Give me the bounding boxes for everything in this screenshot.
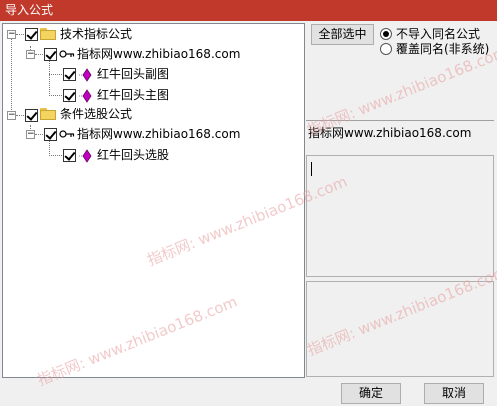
formula-tree[interactable]: − 技术指标公式 − 指标网www.zhibiao168.com 红牛回头副图 … bbox=[2, 23, 305, 378]
overwrite-duplicates-label[interactable]: 覆盖同名(非系统) bbox=[396, 42, 489, 56]
text-caret bbox=[311, 162, 312, 176]
group-label[interactable]: 条件选股公式 bbox=[60, 107, 132, 122]
tree-connector bbox=[49, 74, 62, 75]
source-label[interactable]: 指标网www.zhibiao168.com bbox=[77, 127, 240, 142]
tree-connector bbox=[49, 60, 50, 96]
tree-connector bbox=[16, 115, 24, 116]
collapse-toggle[interactable]: − bbox=[7, 111, 16, 120]
tree-connector bbox=[35, 54, 43, 55]
collapse-toggle[interactable]: − bbox=[7, 30, 16, 39]
formula-icon bbox=[79, 89, 92, 103]
ok-button[interactable]: 确定 bbox=[341, 383, 401, 404]
source-checkbox[interactable] bbox=[44, 48, 57, 61]
tree-connector bbox=[49, 95, 62, 96]
title-bar: 导入公式 bbox=[0, 0, 497, 21]
collapse-toggle[interactable]: − bbox=[26, 130, 35, 139]
group-checkbox[interactable] bbox=[25, 28, 38, 41]
overwrite-duplicates-radio[interactable] bbox=[380, 43, 392, 55]
group-label[interactable]: 技术指标公式 bbox=[60, 27, 132, 42]
folder-icon bbox=[40, 108, 56, 120]
formula-checkbox[interactable] bbox=[63, 149, 76, 162]
key-icon bbox=[59, 50, 75, 58]
tree-connector bbox=[35, 134, 43, 135]
tree-connector bbox=[11, 36, 12, 116]
formula-label[interactable]: 红牛回头主图 bbox=[97, 88, 169, 103]
select-all-button[interactable]: 全部选中 bbox=[311, 24, 374, 45]
source-name-text: 指标网www.zhibiao168.com bbox=[308, 126, 472, 140]
collapse-toggle[interactable]: − bbox=[26, 50, 35, 59]
formula-checkbox[interactable] bbox=[63, 68, 76, 81]
formula-description-box[interactable] bbox=[306, 155, 494, 277]
group-checkbox[interactable] bbox=[25, 109, 38, 122]
formula-icon bbox=[79, 68, 92, 82]
formula-icon bbox=[79, 149, 92, 163]
cancel-button[interactable]: 取消 bbox=[424, 383, 484, 404]
tree-connector bbox=[16, 34, 24, 35]
folder-icon bbox=[40, 28, 56, 40]
divider bbox=[306, 120, 494, 121]
source-label[interactable]: 指标网www.zhibiao168.com bbox=[77, 47, 240, 62]
key-icon bbox=[59, 130, 75, 138]
skip-duplicates-label[interactable]: 不导入同名公式 bbox=[396, 27, 480, 41]
tree-connector bbox=[49, 155, 62, 156]
source-checkbox[interactable] bbox=[44, 128, 57, 141]
formula-label[interactable]: 红牛回头副图 bbox=[97, 67, 169, 82]
window-title: 导入公式 bbox=[5, 3, 54, 17]
skip-duplicates-radio[interactable] bbox=[380, 28, 392, 40]
formula-checkbox[interactable] bbox=[63, 89, 76, 102]
formula-detail-box[interactable] bbox=[306, 281, 494, 377]
formula-label[interactable]: 红牛回头选股 bbox=[97, 148, 169, 163]
tree-connector bbox=[49, 140, 50, 156]
